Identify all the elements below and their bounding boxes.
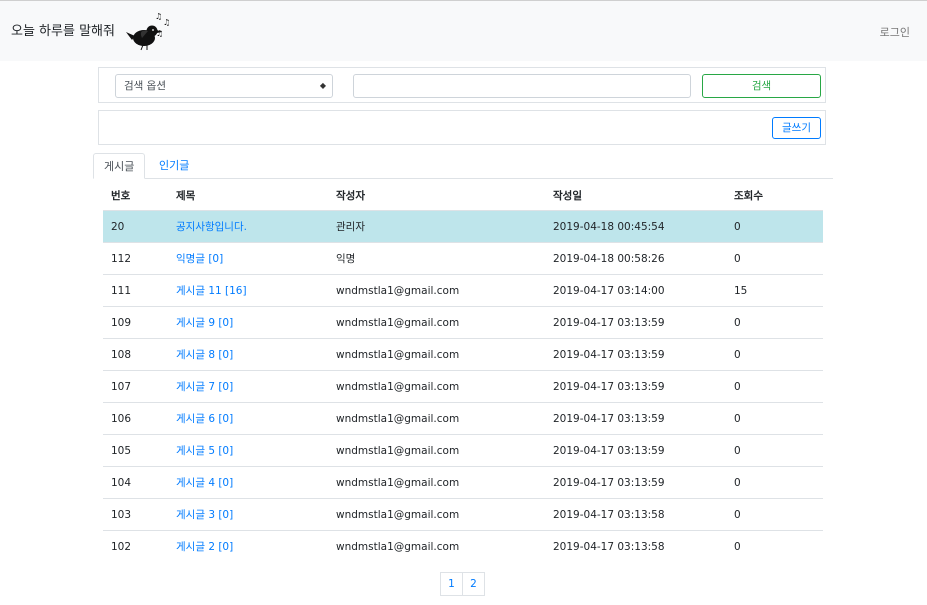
post-author: wndmstla1@gmail.com [328, 402, 545, 435]
post-title-link[interactable]: 공지사항입니다. [176, 221, 247, 233]
table-row: 102 게시글 2 [0] wndmstla1@gmail.com 2019-0… [103, 530, 823, 562]
table-row: 108 게시글 8 [0] wndmstla1@gmail.com 2019-0… [103, 338, 823, 371]
post-title-link[interactable]: 게시글 8 [0] [176, 349, 233, 361]
pagination: 1 2 [440, 572, 485, 596]
login-link[interactable]: 로그인 [880, 24, 910, 40]
table-row: 106 게시글 6 [0] wndmstla1@gmail.com 2019-0… [103, 402, 823, 435]
post-title-link[interactable]: 게시글 3 [0] [176, 509, 233, 521]
svg-text:♫: ♫ [156, 29, 163, 38]
post-date: 2019-04-17 03:13:58 [545, 498, 726, 531]
post-title-link[interactable]: 게시글 6 [0] [176, 413, 233, 425]
post-views: 0 [726, 306, 823, 339]
col-header-date: 작성일 [545, 180, 726, 211]
post-date: 2019-04-17 03:13:59 [545, 306, 726, 339]
post-views: 0 [726, 434, 823, 467]
post-title-link[interactable]: 게시글 5 [0] [176, 445, 233, 457]
post-date: 2019-04-17 03:14:00 [545, 274, 726, 307]
bird-logo-icon: ♫ ♫ ♫ [126, 12, 170, 51]
post-title-link[interactable]: 게시글 9 [0] [176, 317, 233, 329]
col-header-author: 작성자 [328, 180, 545, 211]
site-title[interactable]: 오늘 하루를 말해줘 [11, 20, 115, 39]
post-views: 0 [726, 210, 823, 243]
post-number: 103 [103, 498, 168, 531]
post-date: 2019-04-17 03:13:58 [545, 530, 726, 562]
post-number: 108 [103, 338, 168, 371]
post-views: 0 [726, 498, 823, 531]
post-views: 0 [726, 338, 823, 371]
post-number: 111 [103, 274, 168, 307]
post-title-link[interactable]: 게시글 4 [0] [176, 477, 233, 489]
table-row: 112 익명글 [0] 익명 2019-04-18 00:58:26 0 [103, 242, 823, 275]
up-down-caret-icon: ◆ [319, 81, 326, 90]
search-input[interactable] [353, 74, 691, 98]
post-number: 102 [103, 530, 168, 562]
post-author: wndmstla1@gmail.com [328, 274, 545, 307]
col-header-title: 제목 [168, 180, 328, 211]
post-author: wndmstla1@gmail.com [328, 466, 545, 499]
post-author: wndmstla1@gmail.com [328, 530, 545, 562]
write-panel: 글쓰기 [98, 110, 826, 145]
table-row: 103 게시글 3 [0] wndmstla1@gmail.com 2019-0… [103, 498, 823, 531]
post-views: 0 [726, 402, 823, 435]
page-link-2[interactable]: 2 [462, 572, 485, 596]
post-author: 익명 [328, 242, 545, 275]
post-title-link[interactable]: 게시글 2 [0] [176, 541, 233, 553]
post-author: wndmstla1@gmail.com [328, 370, 545, 403]
post-views: 0 [726, 466, 823, 499]
post-number: 105 [103, 434, 168, 467]
table-row: 109 게시글 9 [0] wndmstla1@gmail.com 2019-0… [103, 306, 823, 339]
post-date: 2019-04-17 03:13:59 [545, 466, 726, 499]
table-row-notice: 20 공지사항입니다. 관리자 2019-04-18 00:45:54 0 [103, 210, 823, 243]
post-author: 관리자 [328, 210, 545, 243]
post-author: wndmstla1@gmail.com [328, 498, 545, 531]
table-row: 104 게시글 4 [0] wndmstla1@gmail.com 2019-0… [103, 466, 823, 499]
tab-posts[interactable]: 게시글 [93, 153, 146, 179]
post-date: 2019-04-17 03:13:59 [545, 402, 726, 435]
post-number: 104 [103, 466, 168, 499]
search-option-label: 검색 옵션 [124, 80, 166, 92]
page-link-1[interactable]: 1 [440, 572, 463, 596]
post-views: 15 [726, 274, 823, 307]
post-date: 2019-04-18 00:45:54 [545, 210, 726, 243]
post-number: 20 [103, 210, 168, 243]
table-row: 111 게시글 11 [16] wndmstla1@gmail.com 2019… [103, 274, 823, 307]
post-author: wndmstla1@gmail.com [328, 434, 545, 467]
svg-text:♫: ♫ [163, 18, 170, 27]
post-title-link[interactable]: 익명글 [0] [176, 253, 223, 265]
svg-text:♫: ♫ [155, 12, 162, 21]
post-table: 번호 제목 작성자 작성일 조회수 20 공지사항입니다. 관리자 2019-0… [103, 180, 823, 562]
post-number: 109 [103, 306, 168, 339]
post-date: 2019-04-18 00:58:26 [545, 242, 726, 275]
col-header-number: 번호 [103, 180, 168, 211]
tab-popular[interactable]: 인기글 [149, 153, 199, 179]
table-header-row: 번호 제목 작성자 작성일 조회수 [103, 180, 823, 211]
post-number: 106 [103, 402, 168, 435]
post-date: 2019-04-17 03:13:59 [545, 434, 726, 467]
post-views: 0 [726, 370, 823, 403]
navbar: 오늘 하루를 말해줘 ♫ ♫ ♫ 로그인 [0, 1, 927, 61]
write-button[interactable]: 글쓰기 [772, 117, 821, 139]
search-option-select[interactable]: 검색 옵션 ◆ [115, 74, 333, 98]
post-views: 0 [726, 242, 823, 275]
post-date: 2019-04-17 03:13:59 [545, 338, 726, 371]
table-row: 107 게시글 7 [0] wndmstla1@gmail.com 2019-0… [103, 370, 823, 403]
board-tabs: 게시글 인기글 [93, 153, 833, 179]
post-views: 0 [726, 530, 823, 562]
post-title-link[interactable]: 게시글 11 [16] [176, 285, 247, 297]
post-date: 2019-04-17 03:13:59 [545, 370, 726, 403]
post-author: wndmstla1@gmail.com [328, 306, 545, 339]
search-button[interactable]: 검색 [702, 74, 821, 98]
post-author: wndmstla1@gmail.com [328, 338, 545, 371]
search-panel: 검색 옵션 ◆ 검색 [98, 67, 826, 103]
post-number: 112 [103, 242, 168, 275]
post-number: 107 [103, 370, 168, 403]
col-header-views: 조회수 [726, 180, 823, 211]
post-title-link[interactable]: 게시글 7 [0] [176, 381, 233, 393]
table-row: 105 게시글 5 [0] wndmstla1@gmail.com 2019-0… [103, 434, 823, 467]
